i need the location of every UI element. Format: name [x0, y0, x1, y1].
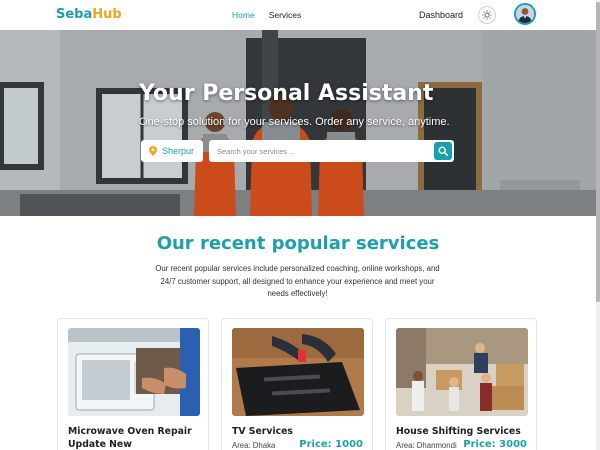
service-image-microwave [68, 328, 200, 416]
brand-name-part2: Hub [92, 7, 122, 22]
service-title: House Shifting Services [396, 426, 521, 437]
nav-services-link[interactable]: Services [269, 10, 302, 20]
search-bar [209, 140, 454, 162]
service-image-tv [232, 328, 364, 416]
hero-subtitle: One-stop solution for your services. Ord… [139, 116, 450, 128]
brand-logo[interactable]: SebaHub [56, 7, 122, 22]
nav-home-link[interactable]: Home [232, 10, 255, 20]
service-image-house-shifting [396, 328, 528, 416]
top-navbar: SebaHub Home Services Dashboard [0, 0, 600, 30]
dashboard-link[interactable]: Dashboard [419, 10, 463, 20]
service-price: Price: 3000 [463, 439, 527, 450]
page-scrollbar-thumb[interactable] [596, 2, 600, 302]
service-price: Price: 1000 [299, 439, 363, 450]
avatar-image [516, 5, 534, 23]
hero-title: Your Personal Assistant [139, 81, 434, 106]
service-title: Microwave Oven Repair Update New [68, 426, 192, 450]
search-icon [438, 146, 448, 156]
service-area: Area: Dhanmondi [396, 441, 457, 450]
location-selector[interactable]: Sherpur [141, 140, 203, 162]
hero-banner: Your Personal Assistant One-stop solutio… [0, 30, 596, 216]
service-card-house-shifting[interactable]: House Shifting Services Area: Dhanmondi … [385, 318, 537, 450]
service-card-tv[interactable]: TV Services Area: Dhaka Price: 1000 [221, 318, 373, 450]
user-avatar[interactable] [514, 3, 536, 25]
brand-name-part1: Seba [56, 7, 93, 22]
sun-icon [482, 10, 492, 20]
section-title: Our recent popular services [156, 233, 440, 254]
main-nav: Home Services [232, 10, 301, 20]
service-card-microwave[interactable]: Microwave Oven Repair Update New [57, 318, 209, 450]
location-label: Sherpur [162, 146, 195, 156]
theme-toggle-button[interactable] [478, 6, 496, 24]
search-input[interactable] [217, 144, 427, 158]
service-title: TV Services [232, 426, 293, 437]
location-pin-icon [149, 146, 157, 156]
section-description: Our recent popular services include pers… [155, 264, 440, 298]
search-button[interactable] [434, 142, 452, 160]
service-area: Area: Dhaka [232, 441, 276, 450]
